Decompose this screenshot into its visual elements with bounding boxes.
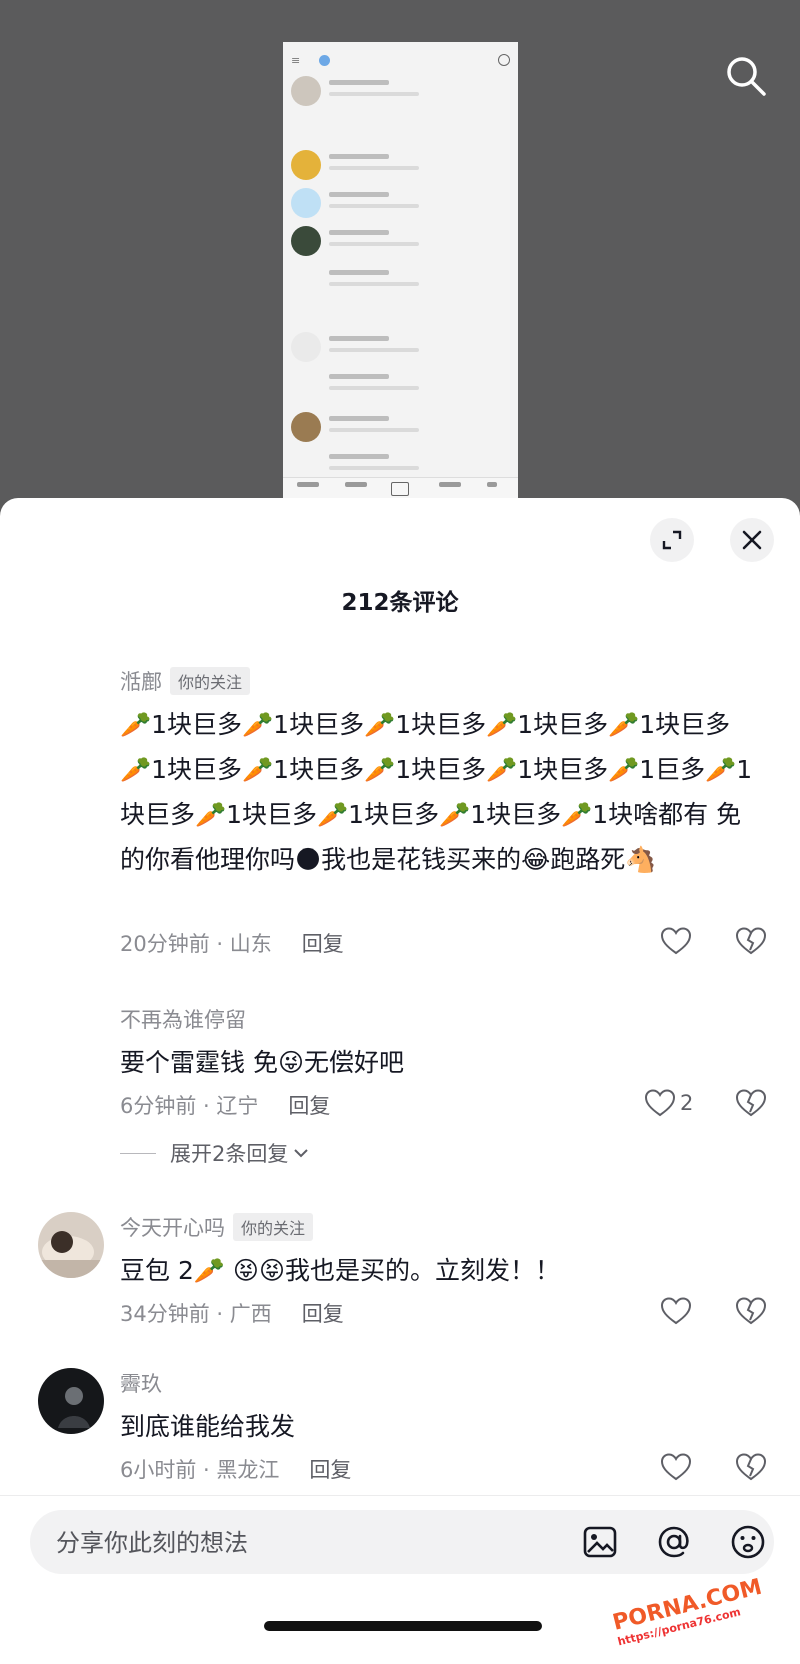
comment-input-bar (30, 1510, 774, 1574)
divider (120, 1152, 156, 1154)
comment-meta: 34分钟前 · 广西 回复 (120, 1298, 344, 1328)
comment-time-location: 6小时前 · 黑龙江 (120, 1458, 280, 1482)
heart-icon (660, 1297, 692, 1325)
comment-header: 今天开心吗 你的关注 (120, 1212, 314, 1242)
comment-time-location: 34分钟前 · 广西 (120, 1302, 272, 1326)
search-button[interactable] (722, 52, 770, 100)
reply-button[interactable]: 回复 (302, 1298, 344, 1328)
heart-icon (660, 927, 692, 955)
broken-heart-icon (735, 1089, 767, 1117)
dislike-button[interactable] (735, 926, 767, 960)
broken-heart-icon (735, 927, 767, 955)
input-divider (0, 1495, 800, 1496)
expand-button[interactable] (650, 518, 694, 562)
expand-replies-button[interactable]: 展开2条回复 (120, 1138, 310, 1168)
screenshot-row (291, 264, 511, 300)
screenshot-tab-bar (283, 477, 518, 500)
screenshot-add-icon (498, 54, 510, 66)
comment-username[interactable]: 霽玖 (120, 1368, 162, 1398)
screenshot-menu-icon: ≡ (291, 54, 301, 67)
expand-replies-label: 展开2条回复 (170, 1142, 289, 1166)
comment-time-location: 20分钟前 · 山东 (120, 932, 272, 956)
like-count: 2 (680, 1091, 694, 1115)
emoji-button[interactable] (730, 1524, 766, 1560)
emoji-icon (731, 1525, 765, 1559)
dislike-button[interactable] (735, 1296, 767, 1330)
screenshot-row (291, 74, 511, 110)
like-button[interactable] (660, 1452, 692, 1482)
comment-count-title: 212条评论 (341, 590, 459, 616)
following-tag: 你的关注 (233, 1213, 314, 1241)
comment-meta: 20分钟前 · 山东 回复 (120, 928, 344, 958)
close-button[interactable] (730, 518, 774, 562)
comment-text: 到底谁能给我发 (120, 1412, 296, 1441)
video-background: ≡ (0, 0, 800, 500)
screenshot-row (291, 148, 511, 184)
screenshot-row (291, 368, 511, 404)
comment-input[interactable] (54, 1520, 538, 1566)
reply-button[interactable]: 回复 (302, 928, 344, 958)
like-button[interactable] (660, 1296, 692, 1326)
comment-meta: 6分钟前 · 辽宁 回复 (120, 1090, 330, 1120)
search-icon (727, 57, 766, 96)
comment-header: 霽玖 (120, 1368, 162, 1398)
at-icon (658, 1526, 689, 1558)
heart-icon (644, 1089, 676, 1117)
screenshot-row (291, 330, 511, 366)
comment-sheet: 212条评论 湉鄜 你的关注 🥕1块巨多🥕1块巨多🥕1块巨多🥕1块巨多🥕1块巨多… (0, 498, 800, 1664)
chevron-down-icon (294, 1149, 309, 1158)
broken-heart-icon (735, 1453, 767, 1481)
mention-button[interactable] (656, 1524, 692, 1560)
expand-icon (662, 530, 682, 550)
screenshot-row (291, 186, 511, 222)
reply-button[interactable]: 回复 (309, 1454, 351, 1484)
video-screenshot: ≡ (283, 42, 518, 500)
comment-username[interactable]: 不再為谁停留 (120, 1004, 246, 1034)
heart-icon (660, 1453, 692, 1481)
comment-meta: 6小时前 · 黑龙江 回复 (120, 1454, 351, 1484)
screenshot-badge (319, 55, 330, 66)
comment-username[interactable]: 今天开心吗 (120, 1212, 225, 1242)
close-icon (742, 530, 762, 550)
avatar[interactable] (38, 1368, 104, 1434)
comment-text: 要个雷霆钱 免😜无偿好吧 (120, 1048, 405, 1077)
watermark: PORNA.COM https://porna76.com (610, 1566, 800, 1649)
comment-time-location: 6分钟前 · 辽宁 (120, 1094, 259, 1118)
like-button[interactable] (660, 926, 692, 956)
screenshot-row (291, 410, 511, 446)
following-tag: 你的关注 (170, 667, 251, 695)
comment-header: 不再為谁停留 (120, 1004, 246, 1034)
dislike-button[interactable] (735, 1452, 767, 1486)
avatar[interactable] (38, 1212, 104, 1278)
comment-text: 🥕1块巨多🥕1块巨多🥕1块巨多🥕1块巨多🥕1块巨多🥕1块巨多🥕1块巨多🥕1块巨多… (120, 710, 753, 874)
broken-heart-icon (735, 1297, 767, 1325)
dislike-button[interactable] (735, 1088, 767, 1122)
home-indicator (264, 1621, 542, 1631)
like-button[interactable]: 2 (644, 1088, 693, 1118)
screenshot-row (291, 224, 511, 260)
comment-username[interactable]: 湉鄜 (120, 666, 162, 696)
image-icon (583, 1526, 617, 1558)
reply-button[interactable]: 回复 (288, 1090, 330, 1120)
comment-text: 豆包 2🥕 😝😝我也是买的。立刻发！！ (120, 1256, 561, 1285)
screenshot-header: ≡ (283, 52, 518, 72)
comment-header: 湉鄜 你的关注 (120, 666, 251, 696)
image-button[interactable] (582, 1524, 618, 1560)
